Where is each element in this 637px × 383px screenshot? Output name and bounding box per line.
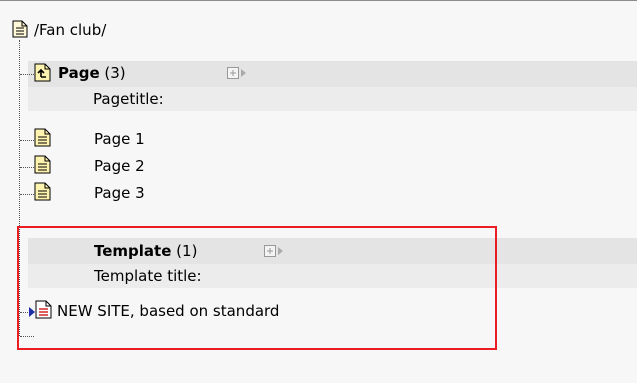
expand-plus-icon[interactable] — [227, 67, 249, 79]
page-icon[interactable] — [34, 128, 51, 147]
page-icon — [12, 20, 28, 38]
table-count: (3) — [104, 64, 126, 82]
record-title[interactable]: Page 2 — [94, 156, 145, 176]
tree-branch — [20, 194, 34, 195]
tree-branch — [20, 167, 34, 168]
record-title[interactable]: Page 1 — [94, 129, 145, 149]
tree-branch — [20, 74, 34, 75]
page-table-title[interactable]: Page (3) — [58, 63, 126, 83]
page-icon[interactable] — [34, 155, 51, 174]
tree-branch — [20, 140, 34, 141]
page-up-icon[interactable] — [34, 63, 51, 82]
page-field-label: Pagetitle: — [93, 90, 164, 108]
record-title[interactable]: Page 3 — [94, 183, 145, 203]
page-icon[interactable] — [34, 182, 51, 201]
table-name: Page — [58, 64, 100, 82]
root-path[interactable]: /Fan club/ — [34, 20, 106, 40]
top-border — [0, 0, 637, 1]
highlight-box — [17, 226, 497, 350]
